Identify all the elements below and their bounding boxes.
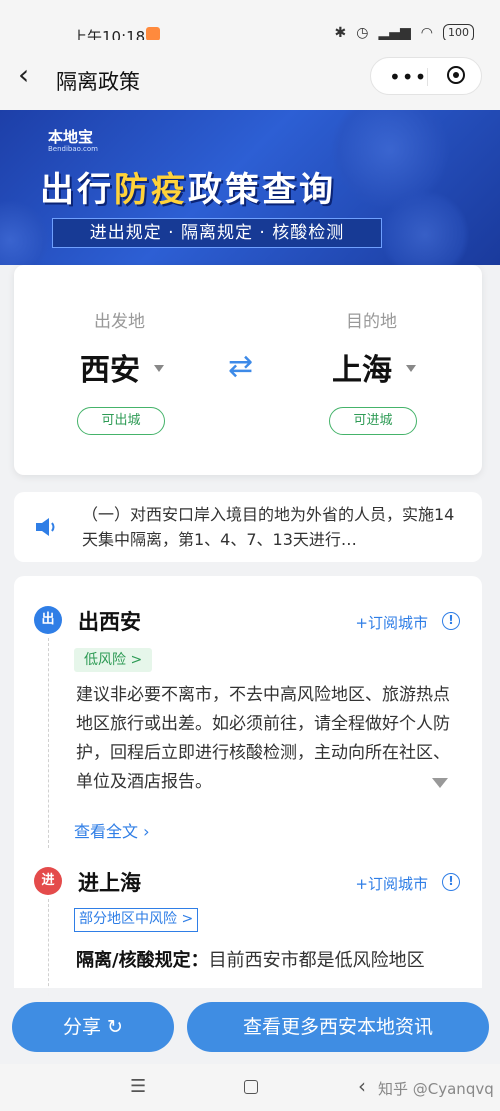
in-policy-text: 隔离/核酸规定：目前西安市都是低风险地区: [76, 950, 425, 971]
view-full-text-link[interactable]: 查看全文 ›: [74, 818, 150, 842]
risk-level-badge[interactable]: 部分地区中风险 >: [74, 908, 199, 932]
out-section-title: 出西安: [78, 610, 141, 634]
timeline-divider: [48, 638, 49, 848]
mini-program-capsule: •••: [370, 57, 482, 95]
banner-subtitle: 进出规定 · 隔离规定 · 核酸检测: [52, 218, 382, 248]
bendibao-logo-sub: Bendibao.com: [48, 145, 99, 153]
to-label: 目的地: [346, 312, 397, 332]
watermark: 知乎 @Cyanqvq: [378, 1080, 494, 1098]
system-nav-bar: ☰ ‹ 知乎 @Cyanqvq: [0, 1064, 500, 1111]
menu-icon[interactable]: ☰: [130, 1076, 146, 1097]
in-section-title: 进上海: [78, 871, 141, 895]
wifi-icon: ◠: [420, 25, 433, 41]
home-icon[interactable]: [244, 1080, 258, 1094]
signal-icon: ▂▄▆: [378, 25, 411, 41]
chevron-down-icon[interactable]: [154, 365, 164, 372]
in-badge-icon: 进: [34, 867, 62, 895]
from-city-select[interactable]: 西安: [80, 345, 140, 389]
back-icon[interactable]: ‹: [358, 1074, 366, 1098]
to-city-select[interactable]: 上海: [332, 345, 392, 389]
nav-bar: ‹ 隔离政策 •••: [0, 40, 500, 110]
route-selector-card: 出发地 西安 ⇄ 目的地 上海 可出城 可进城: [14, 265, 482, 475]
bendibao-logo: 本地宝: [48, 128, 94, 146]
risk-level-badge[interactable]: 低风险 >: [74, 648, 153, 672]
subscribe-city-button[interactable]: +订阅城市: [355, 873, 428, 894]
page-title: 隔离政策: [56, 70, 140, 94]
capsule-divider: [427, 68, 428, 86]
back-button[interactable]: ‹: [18, 61, 29, 89]
app-notification-icon: [146, 27, 160, 41]
speaker-icon: [36, 518, 55, 536]
out-policy-text: 建议非必要不离市，不去中高风险地区、旅游热点地区旅行或出差。如必须前往，请全程做…: [76, 685, 450, 792]
status-bar: 上午10:18 ✱ ◷ ▂▄▆ ◠ 100: [0, 0, 500, 46]
subscribe-city-button[interactable]: +订阅城市: [355, 612, 428, 633]
notice-bar[interactable]: （一）对西安口岸入境目的地为外省的人员，实施14天集中隔离，第1、4、7、13天…: [14, 492, 482, 562]
banner: 本地宝 Bendibao.com 出行防疫政策查询 进出规定 · 隔离规定 · …: [0, 110, 500, 265]
banner-title: 出行防疫政策查询: [40, 170, 336, 210]
timeline-divider: [48, 899, 49, 996]
out-badge-icon: 出: [34, 606, 62, 634]
from-status-badge: 可出城: [77, 407, 165, 435]
expand-icon[interactable]: [432, 778, 448, 788]
notice-text: （一）对西安口岸入境目的地为外省的人员，实施14天集中隔离，第1、4、7、13天…: [82, 505, 455, 549]
close-target-icon[interactable]: [447, 66, 465, 84]
bluetooth-icon: ✱: [334, 25, 347, 41]
policy-card: 出 出西安 +订阅城市 ! 低风险 > 建议非必要不离市，不去中高风险地区、旅游…: [14, 576, 482, 996]
to-status-badge: 可进城: [329, 407, 417, 435]
virus-decoration-icon: [380, 190, 470, 265]
from-label: 出发地: [94, 312, 145, 332]
more-menu-button[interactable]: •••: [389, 65, 427, 89]
swap-icon[interactable]: ⇄: [228, 349, 253, 384]
alarm-icon: ◷: [356, 25, 369, 41]
more-local-news-button[interactable]: 查看更多西安本地资讯: [187, 1002, 489, 1052]
bottom-action-bar: 分享 ↻ 查看更多西安本地资讯: [0, 988, 500, 1064]
info-icon[interactable]: !: [442, 612, 460, 630]
chevron-down-icon[interactable]: [406, 365, 416, 372]
share-button[interactable]: 分享 ↻: [12, 1002, 174, 1052]
info-icon[interactable]: !: [442, 873, 460, 891]
